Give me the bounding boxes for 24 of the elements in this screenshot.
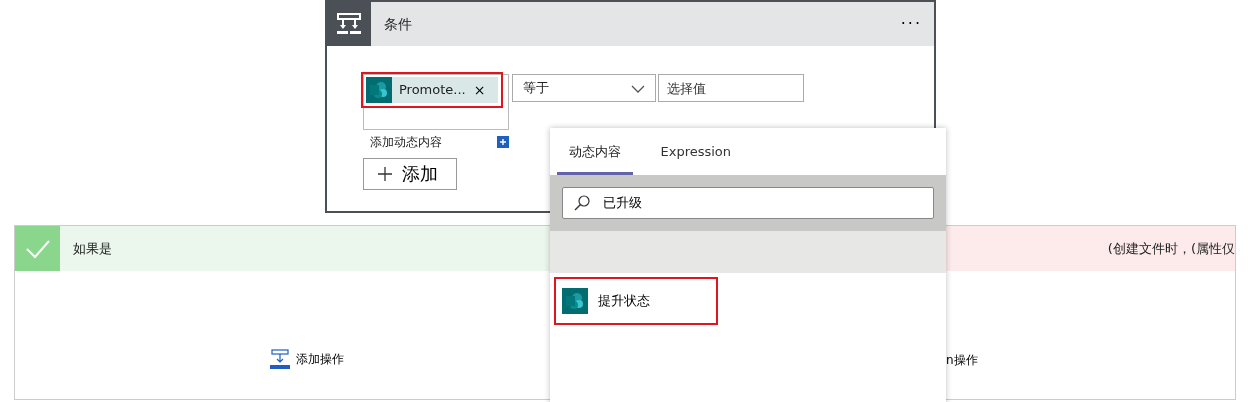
add-icon[interactable] xyxy=(497,136,509,149)
add-button[interactable]: 添加 xyxy=(363,157,457,190)
operand-field[interactable]: Promote... × xyxy=(363,74,509,130)
sharepoint-icon xyxy=(366,77,392,103)
add-action-button[interactable]: n操作 xyxy=(946,351,978,369)
value-field[interactable]: 选择值 xyxy=(658,74,804,102)
popup-tab[interactable]: Expression xyxy=(648,128,744,175)
sharepoint-icon xyxy=(562,287,588,314)
card-title: 条件 xyxy=(384,14,413,34)
search-field[interactable]: 已升级 xyxy=(562,186,934,219)
plus-icon xyxy=(378,166,392,181)
checkmark-icon xyxy=(15,226,60,271)
operator-dropdown[interactable]: 等于 xyxy=(512,74,656,102)
dynamic-content-item[interactable]: 提升状态 xyxy=(556,278,716,323)
more-options-button[interactable]: ··· xyxy=(888,12,934,36)
add-action-icon xyxy=(270,349,290,369)
branch-title: 如果是 xyxy=(73,239,112,258)
chip-label: Promote... xyxy=(398,81,467,100)
add-dynamic-content-link[interactable]: 添加动态内容 xyxy=(369,133,442,152)
remove-button[interactable]: × xyxy=(469,83,490,97)
dynamic-content-chip[interactable]: Promote... × xyxy=(366,77,498,103)
search-icon xyxy=(574,194,590,211)
add-action-button[interactable]: 添加操作 xyxy=(270,349,344,369)
branch-title: (创建文件时，(属性仅 xyxy=(1107,239,1235,258)
